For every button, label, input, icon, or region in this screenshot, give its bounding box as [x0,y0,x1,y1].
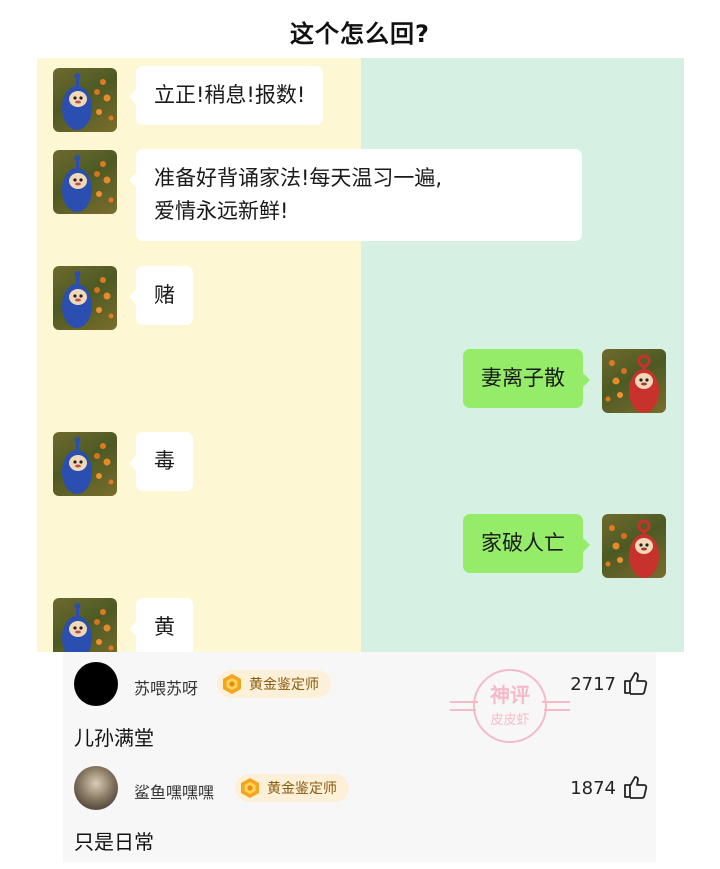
comment-text: 只是日常 [74,830,154,854]
message-bubble: 家破人亡 [463,514,590,573]
page-title: 这个怎么回? [290,20,430,48]
gold-medal-icon [223,674,241,694]
rank-badge: 黄金鉴定师 [217,670,331,698]
thumbs-up-icon[interactable] [622,774,648,800]
blue-teletubby-avatar[interactable] [53,266,117,330]
badge-label: 黄金鉴定师 [249,677,319,693]
watermark-line1: 神评 [490,683,530,707]
message-bubble: 立正!稍息!报数! [128,66,324,125]
blue-teletubby-avatar[interactable] [53,68,117,132]
blue-teletubby-avatar[interactable] [53,150,117,214]
black-circle-avatar[interactable] [74,662,118,706]
red-teletubby-avatar[interactable] [602,349,666,413]
message-bubble: 黄 [129,598,193,652]
blue-teletubby-avatar[interactable] [53,432,117,496]
blue-teletubby-avatar[interactable] [53,598,117,652]
photo-avatar[interactable] [74,766,118,810]
message-bubble: 准备好背诵家法!每天温习一遍, 爱情永远新鲜! [129,149,582,241]
thumbs-up-icon[interactable] [622,670,648,696]
message-bubble: 毒 [129,432,193,491]
comment-username[interactable]: 鲨鱼嘿嘿嘿 [134,779,214,803]
rank-badge: 黄金鉴定师 [235,774,349,802]
chat-screenshot: 立正!稍息!报数! 准备好背诵家法!每天温习一遍, 爱情永远新鲜! 赌 妻离子散… [37,58,684,652]
red-teletubby-avatar[interactable] [602,514,666,578]
like-count: 1874 [570,778,616,799]
message-bubble: 赌 [129,266,193,325]
watermark-logo: 神评 皮皮虾 [450,669,570,743]
chat-left-panel [37,58,361,652]
watermark-line2: 皮皮虾 [490,713,529,728]
message-bubble: 妻离子散 [463,349,590,408]
gold-medal-icon [241,778,259,798]
comment-username[interactable]: 苏喂苏呀 [134,675,198,699]
badge-label: 黄金鉴定师 [267,781,337,797]
comment-text: 儿孙满堂 [74,726,154,750]
